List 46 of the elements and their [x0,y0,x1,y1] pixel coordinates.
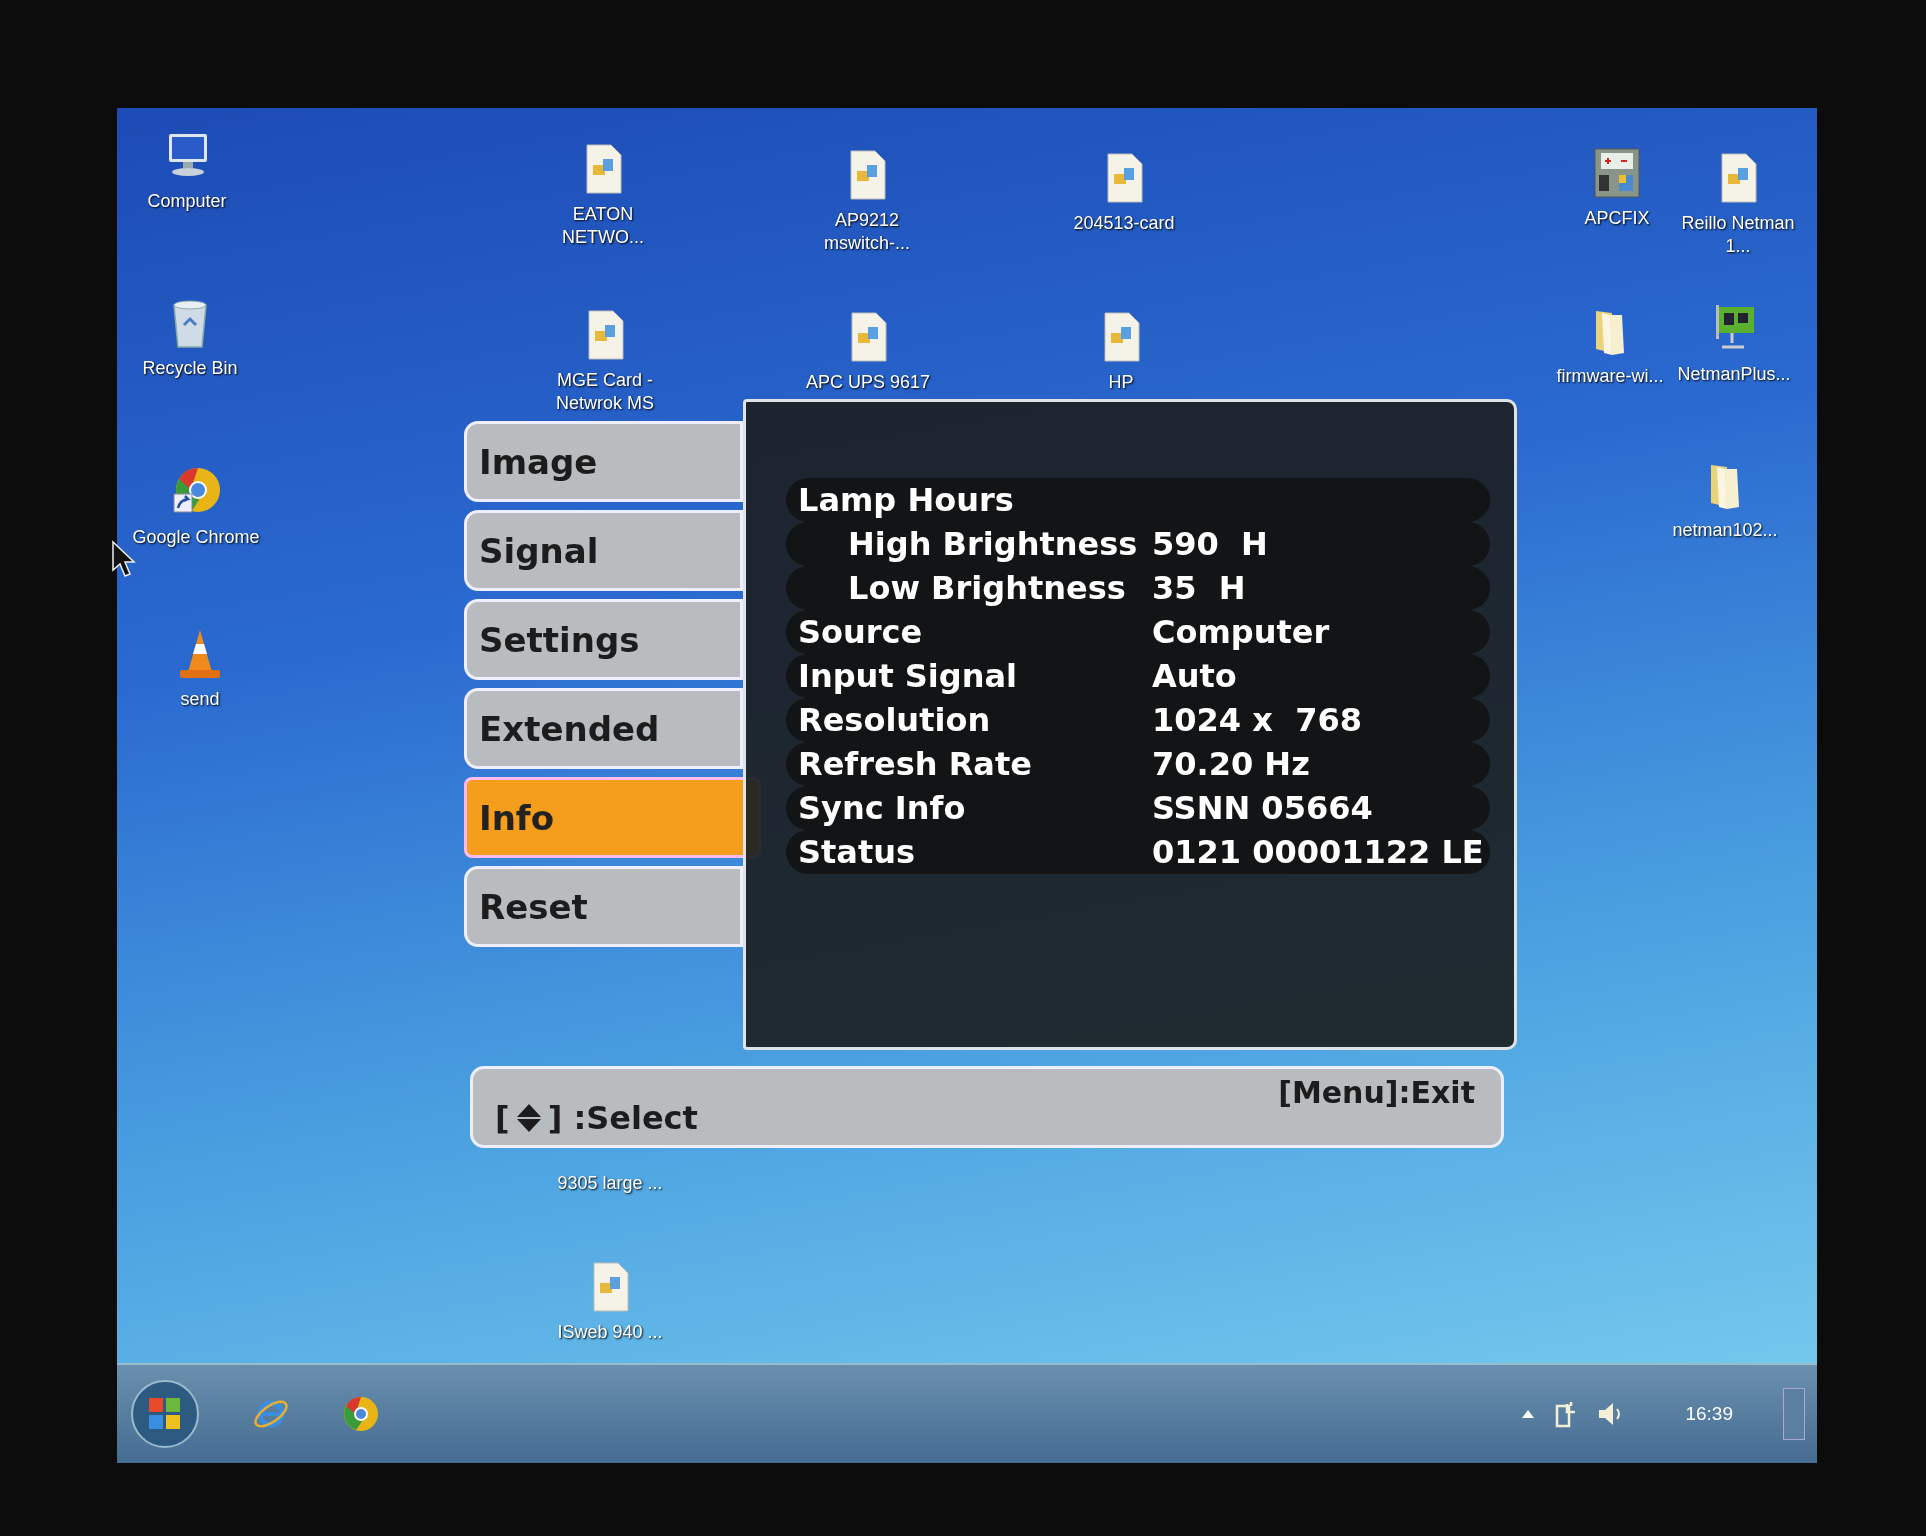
power-plug-icon[interactable] [1555,1400,1578,1428]
menu-tab[interactable]: Signal [464,510,743,591]
desktop-icon-label[interactable]: NetmanPlus... [1677,363,1791,386]
desktop-icon-label[interactable]: MGE Card - Netwrok MS [535,369,675,414]
info-label: Status [798,833,917,871]
info-value: SSNN 05664 [1152,789,1373,827]
info-label: Low Brightness [847,569,1127,607]
up-down-arrow-icon [515,1103,542,1133]
info-value: 590 H [1152,525,1268,563]
desktop-icon-label[interactable]: APCFIX [1584,207,1650,230]
desktop-icon-label[interactable]: netman102... [1672,519,1778,542]
info-value: 0121 00001122 LE [1152,833,1484,871]
chrome-icon[interactable] [341,1394,381,1434]
menu-tab[interactable]: Settings [464,599,743,680]
desktop-icon-label[interactable]: HP [1108,371,1134,394]
menu-tab[interactable]: Extended [464,688,743,769]
info-value: Computer [1152,613,1330,651]
menu-tab[interactable]: Reset [464,866,743,947]
desktop-icon-label[interactable]: Google Chrome [132,526,260,549]
info-label: Input Signal [798,657,1019,695]
show-hidden-icons-arrow-icon[interactable] [1521,1409,1536,1419]
info-value: 70.20 Hz [1152,745,1310,783]
info-label: Source [798,613,924,651]
desktop-icon-label[interactable]: APC UPS 9617 [805,371,931,394]
desktop-icon-label[interactable]: EATON NETWO... [533,203,673,248]
desktop-icon-label[interactable]: AP9212 mswitch-... [797,209,937,254]
desktop-icon-label[interactable]: Recycle Bin [142,357,238,380]
desktop-icon-label[interactable]: firmware-wi... [1556,365,1664,388]
info-label: Sync Info [798,789,967,827]
help-text: ] :Select [547,1099,698,1137]
start-button[interactable] [129,1378,201,1450]
info-label: Refresh Rate [798,745,1033,783]
info-label: Lamp Hours [798,481,1015,519]
info-value: 35 H [1152,569,1246,607]
info-label: High Brightness [847,525,1139,563]
desktop-icon-label[interactable]: Computer [147,190,227,213]
info-label: Resolution [798,701,992,739]
desktop-icon-label[interactable]: Reillo Netman 1... [1668,212,1808,257]
help-text: [ [495,1099,510,1137]
menu-tab[interactable]: Image [464,421,743,502]
info-value: 1024 x 768 [1152,701,1362,739]
desktop-icon-label[interactable]: send [180,688,220,711]
info-value: Auto [1152,657,1237,695]
help-text: [Menu]:Exit [1278,1075,1475,1110]
clock[interactable]: 16:39 [1685,1403,1733,1425]
desktop-icon-label[interactable]: 204513-card [1073,212,1175,235]
